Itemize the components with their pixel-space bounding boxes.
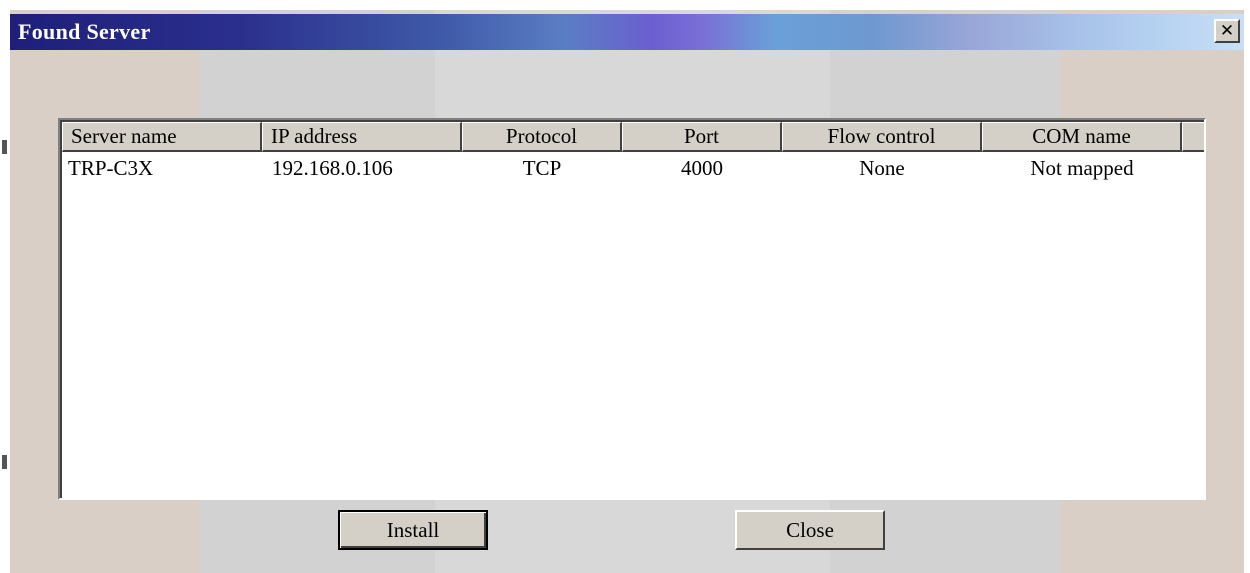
edge-artifact-top bbox=[2, 140, 7, 154]
cell-port: 4000 bbox=[681, 156, 723, 180]
found-server-dialog: Found Server ✕ Server name IP address Pr… bbox=[10, 10, 1244, 573]
edge-artifact-bottom bbox=[2, 455, 7, 469]
install-button[interactable]: Install bbox=[338, 510, 488, 550]
column-header-ip-address[interactable]: IP address bbox=[262, 122, 462, 152]
close-window-button[interactable]: ✕ bbox=[1214, 19, 1240, 43]
cell-ip-address: 192.168.0.106 bbox=[272, 156, 393, 180]
dialog-title: Found Server bbox=[18, 19, 151, 44]
column-header-server-name[interactable]: Server name bbox=[62, 122, 262, 152]
column-header-port[interactable]: Port bbox=[622, 122, 782, 152]
cell-server-name: TRP-C3X bbox=[68, 156, 154, 180]
cell-com-name: Not mapped bbox=[1030, 156, 1134, 180]
close-icon: ✕ bbox=[1219, 21, 1235, 41]
cell-flow-control: None bbox=[859, 156, 905, 180]
title-bar[interactable]: Found Server ✕ bbox=[10, 14, 1244, 50]
install-button-label: Install bbox=[386, 517, 440, 542]
close-button[interactable]: Close bbox=[735, 510, 885, 550]
cell-protocol: TCP bbox=[522, 156, 562, 180]
column-header-filler bbox=[1182, 122, 1204, 152]
close-button-label: Close bbox=[786, 517, 834, 542]
column-header-com-name[interactable]: COM name bbox=[982, 122, 1182, 152]
column-header-flow-control[interactable]: Flow control bbox=[782, 122, 982, 152]
server-list[interactable]: Server name IP address Protocol Port Flo… bbox=[58, 118, 1206, 500]
list-header: Server name IP address Protocol Port Flo… bbox=[62, 122, 1204, 152]
table-row[interactable]: TRP-C3X 192.168.0.106 TCP 4000 None Not … bbox=[62, 152, 1204, 182]
column-header-protocol[interactable]: Protocol bbox=[462, 122, 622, 152]
